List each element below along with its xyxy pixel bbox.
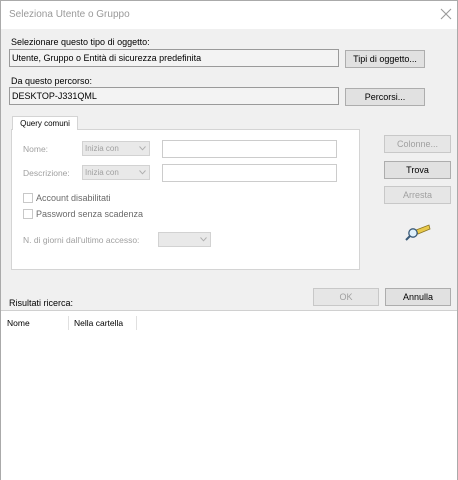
description-input[interactable] bbox=[162, 164, 337, 182]
window-title: Seleziona Utente o Gruppo bbox=[9, 9, 130, 20]
object-type-value: Utente, Gruppo o Entità di sicurezza pre… bbox=[12, 53, 202, 63]
location-value: DESKTOP-J331QML bbox=[12, 91, 97, 101]
no-expiry-checkbox[interactable] bbox=[23, 209, 33, 219]
object-type-label: Selezionare questo tipo di oggetto: bbox=[11, 37, 150, 47]
description-label: Descrizione: bbox=[23, 168, 70, 178]
column-separator[interactable] bbox=[136, 316, 137, 330]
description-match-combo[interactable]: Inizia con bbox=[82, 165, 150, 180]
no-expiry-label: Password senza scadenza bbox=[36, 209, 144, 219]
name-combo-value: Inizia con bbox=[85, 144, 119, 153]
columns-button[interactable]: Colonne... bbox=[384, 135, 451, 153]
locations-button[interactable]: Percorsi... bbox=[345, 88, 425, 106]
location-field: DESKTOP-J331QML bbox=[9, 87, 339, 105]
common-queries-panel: Nome: Inizia con Descrizione: Inizia con… bbox=[11, 129, 360, 270]
location-label: Da questo percorso: bbox=[11, 76, 93, 86]
close-icon[interactable] bbox=[438, 6, 454, 22]
find-button[interactable]: Trova bbox=[384, 161, 451, 179]
days-since-logon-combo[interactable] bbox=[158, 232, 211, 247]
select-user-group-dialog: Seleziona Utente o Gruppo Selezionare qu… bbox=[0, 0, 458, 480]
name-match-combo[interactable]: Inizia con bbox=[82, 141, 150, 156]
tab-common-queries[interactable]: Query comuni bbox=[12, 116, 78, 130]
name-input[interactable] bbox=[162, 140, 337, 158]
desc-combo-value: Inizia con bbox=[85, 168, 119, 177]
chevron-down-icon bbox=[139, 170, 146, 175]
days-since-logon-label: N. di giorni dall'ultimo accesso: bbox=[23, 235, 140, 245]
column-header-folder[interactable]: Nella cartella bbox=[74, 318, 123, 328]
name-label: Nome: bbox=[23, 144, 49, 154]
magnifier-icon bbox=[405, 224, 431, 241]
stop-button[interactable]: Arresta bbox=[384, 186, 451, 204]
chevron-down-icon bbox=[139, 146, 146, 151]
search-results-label: Risultati ricerca: bbox=[9, 298, 74, 308]
object-type-field: Utente, Gruppo o Entità di sicurezza pre… bbox=[9, 49, 339, 67]
cancel-button[interactable]: Annulla bbox=[385, 288, 451, 306]
disabled-accounts-label: Account disabilitati bbox=[36, 193, 111, 203]
object-types-button[interactable]: Tipi di oggetto... bbox=[345, 50, 425, 68]
ok-button[interactable]: OK bbox=[313, 288, 379, 306]
search-results-list[interactable]: Nome Nella cartella bbox=[1, 310, 457, 480]
title-bar: Seleziona Utente o Gruppo bbox=[1, 1, 457, 29]
chevron-down-icon bbox=[200, 237, 207, 242]
disabled-accounts-checkbox[interactable] bbox=[23, 193, 33, 203]
column-header-name[interactable]: Nome bbox=[7, 318, 30, 328]
column-separator[interactable] bbox=[68, 316, 69, 330]
